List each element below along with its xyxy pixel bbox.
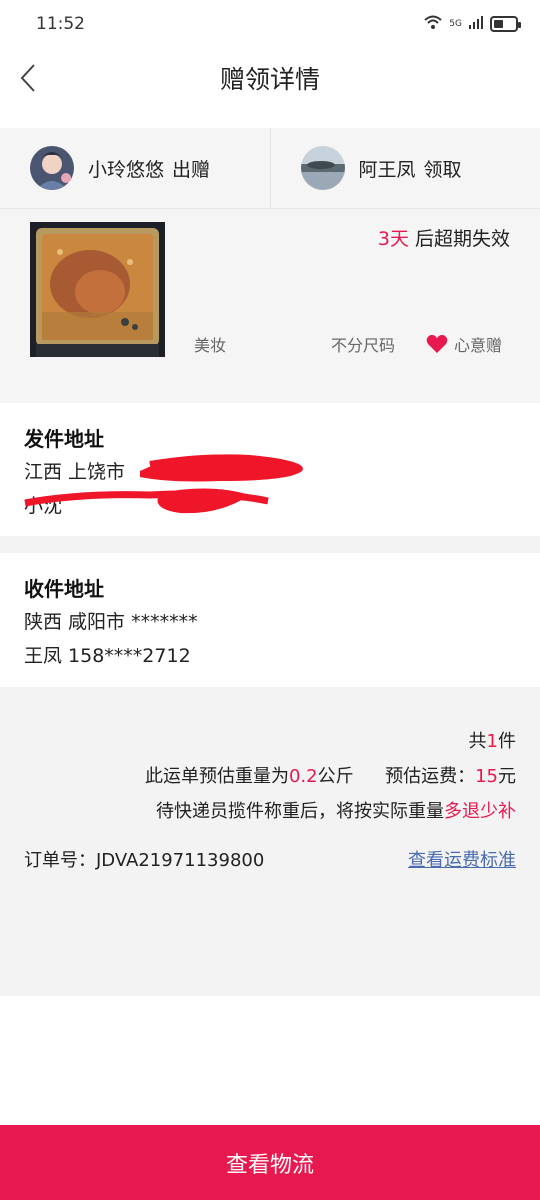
giver-avatar: [30, 146, 74, 190]
notice-prefix: 待快递员揽件称重后，将按实际重量: [156, 801, 444, 822]
gift-tag: 心意赠: [426, 332, 502, 356]
product-size: 不分尺码: [331, 336, 396, 355]
view-logistics-button[interactable]: 查看物流: [0, 1125, 540, 1200]
giver-cell[interactable]: 小玲悠悠 出赠: [0, 128, 270, 208]
sender-address-card: 发件地址 江西 上饶市 小沈: [0, 403, 540, 536]
page-title: 赠领详情: [219, 65, 320, 94]
order-number: 订单号：JDVA21971139800: [24, 846, 264, 872]
weight-notice: 待快递员揽件称重后，将按实际重量多退少补: [156, 797, 516, 823]
fee-value: 15: [475, 766, 498, 787]
expire-notice: 3天 后超期失效: [378, 224, 510, 251]
status-time: 11:52: [36, 14, 85, 34]
fee-standard-link[interactable]: 查看运费标准: [408, 846, 516, 872]
heart-icon: [426, 334, 448, 353]
receiver-name: 阿王凤: [358, 158, 416, 181]
signal-icon: [468, 14, 484, 33]
status-icons: 5G: [423, 14, 521, 33]
receiver-address-title: 收件地址: [24, 577, 104, 601]
signal-label: 5G: [449, 18, 462, 29]
receiver-action: 领取: [423, 158, 462, 181]
fee-prefix: 预估运费：: [385, 766, 476, 787]
item-count: 共1件: [469, 727, 516, 753]
weight-unit: 公斤: [317, 766, 354, 787]
weight-value: 0.2: [288, 766, 318, 787]
receiver-avatar: [300, 146, 345, 190]
receiver-address-card: 收件地址 陕西 咸阳市 ******* 王凤 158****2712: [0, 553, 540, 687]
fee-unit: 元: [498, 766, 516, 787]
product-category: 美妆: [194, 336, 227, 355]
order-value: JDVA21971139800: [96, 850, 265, 871]
battery-icon: [490, 15, 521, 32]
gift-label: 心意赠: [454, 336, 503, 355]
expire-suffix: 后超期失效: [408, 228, 510, 250]
giver-name: 小玲悠悠: [88, 158, 165, 181]
product-image[interactable]: [30, 222, 165, 357]
weight-prefix: 此运单预估重量为: [144, 766, 289, 787]
count-suffix: 件: [498, 731, 516, 752]
notice-highlight: 多退少补: [444, 801, 516, 822]
order-label: 订单号：: [24, 850, 96, 871]
count-value: 1: [486, 731, 498, 752]
receiver-contact: 王凤 158****2712: [24, 645, 191, 667]
giver-action: 出赠: [172, 158, 211, 181]
redaction-mark: [24, 454, 303, 514]
weight-fee-line: 此运单预估重量为0.2公斤 预估运费：15元: [145, 762, 516, 788]
count-prefix: 共: [468, 731, 487, 752]
receiver-cell[interactable]: 阿王凤 领取: [269, 128, 540, 208]
receiver-address-region: 陕西 咸阳市 *******: [24, 611, 198, 633]
expire-days: 3天: [377, 228, 409, 250]
wifi-icon: [423, 14, 443, 33]
users-row: 小玲悠悠 出赠 阿王凤 领取: [0, 128, 540, 208]
